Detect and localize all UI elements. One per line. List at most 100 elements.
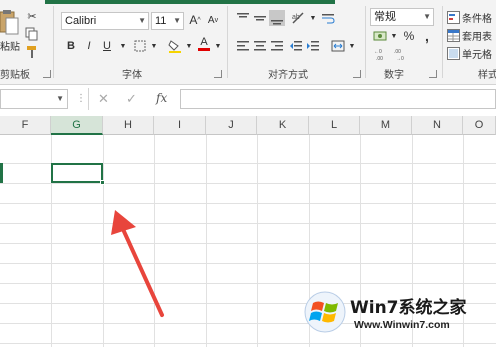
column-header-k[interactable]: K [257,116,309,135]
underline-label: U [103,40,111,52]
insert-function-button[interactable]: fx [156,91,167,105]
gridline [0,223,496,224]
currency-icon [373,31,387,41]
chevron-down-icon: ▼ [150,42,158,50]
gridline [103,135,104,347]
chevron-down-icon: ▼ [348,42,356,50]
format-painter-button[interactable] [24,44,40,60]
gridline [0,203,496,204]
middle-align-button[interactable] [252,10,268,26]
font-size-value: 11 [155,15,167,27]
text-orientation-icon: ab [292,12,304,24]
cell-styles-label: 单元格 [462,50,492,61]
formula-input[interactable] [180,89,496,109]
font-color-swatch [198,48,210,51]
cancel-icon[interactable]: ✕ [98,91,109,107]
separator [442,6,443,78]
italic-label: I [87,40,91,52]
align-center-button[interactable] [252,38,268,54]
copy-button[interactable] [24,26,40,42]
merge-dropdown[interactable]: ▼ [344,38,360,54]
decrease-indent-button[interactable] [288,38,304,54]
font-color-dropdown[interactable]: ▼ [210,38,226,54]
chevron-down-icon: ▼ [119,42,127,50]
align-right-button[interactable] [269,38,285,54]
align-bottom-icon [271,20,283,25]
border-dropdown[interactable]: ▼ [146,38,162,54]
font-name-value: Calibri [65,15,97,27]
increase-decimal-button[interactable]: ←0.00 [374,46,390,62]
selection-edge [0,163,3,183]
underline-button[interactable]: U [99,38,115,54]
cell-styles-button[interactable]: 单元格 [447,46,492,61]
number-launcher-icon[interactable] [429,70,437,78]
windows-logo-icon [304,291,346,333]
number-format-value: 常规 [374,11,396,23]
align-left-icon [237,41,249,51]
paste-button[interactable] [0,8,22,38]
column-label: K [278,119,287,131]
column-header-o[interactable]: O [463,116,496,135]
currency-dropdown[interactable]: ▼ [386,28,402,44]
alignment-launcher-icon[interactable] [353,70,361,78]
font-name-dropdown[interactable]: Calibri ▼ [61,12,149,30]
chevron-down-icon: ▼ [423,12,431,21]
name-box[interactable]: ▼ [0,89,68,109]
column-header-j[interactable]: J [206,116,257,135]
font-size-dropdown[interactable]: 11 ▼ [151,12,184,30]
bold-button[interactable]: B [63,38,79,54]
column-header-h[interactable]: H [103,116,154,135]
fill-color-dropdown[interactable]: ▼ [181,38,197,54]
orientation-dropdown[interactable]: ▼ [305,10,321,26]
increase-indent-button[interactable] [305,38,321,54]
font-color-label: A [200,36,208,48]
svg-text:ab: ab [292,14,300,21]
decrease-decimal-button[interactable]: .00 →0 [394,46,410,62]
enter-icon[interactable]: ✓ [126,91,137,107]
align-right-icon [271,41,283,51]
clipboard-group-label: 剪贴板 [0,70,30,81]
ribbon-accent-bar [45,0,335,4]
column-header-i[interactable]: I [154,116,206,135]
align-left-button[interactable] [235,38,251,54]
grow-font-button[interactable]: A ^ [187,12,203,28]
number-group-label: 数字 [384,70,404,81]
percent-button[interactable]: % [401,28,417,44]
paint-bucket-icon [168,40,181,53]
column-header-m[interactable]: M [360,116,412,135]
format-as-table-label: 套用表 [462,32,492,43]
separator [88,88,89,110]
chevron-down-icon: ▼ [138,16,146,25]
svg-text:.00: .00 [376,56,383,61]
chevron-down-icon: ▼ [309,14,317,22]
table-icon [447,29,460,42]
column-header-n[interactable]: N [412,116,463,135]
orientation-button[interactable]: ab [290,10,306,26]
cut-button[interactable]: ✂ [24,8,40,24]
svg-text:.00: .00 [394,49,401,55]
column-header-g[interactable]: G [51,116,103,135]
column-header-f[interactable]: F [0,116,51,135]
column-header-l[interactable]: L [309,116,360,135]
italic-button[interactable]: I [81,38,97,54]
number-format-dropdown[interactable]: 常规 ▼ [370,8,434,26]
top-align-button[interactable] [235,10,251,26]
format-as-table-button[interactable]: 套用表 [447,28,492,43]
underline-dropdown[interactable]: ▼ [115,38,131,54]
wrap-text-button[interactable] [320,10,336,26]
fill-handle[interactable] [100,180,105,185]
comma-button[interactable]: , [419,28,435,44]
resize-handle-icon[interactable]: ⋮ [76,93,86,104]
gridline [0,263,496,264]
font-launcher-icon[interactable] [214,70,222,78]
clipboard-launcher-icon[interactable] [43,70,51,78]
gridline [257,135,258,347]
bottom-align-button[interactable] [269,10,285,26]
conditional-format-button[interactable]: 条件格 [447,10,492,25]
watermark-brand: Win7系统之家 [350,298,467,318]
font-group-label: 字体 [122,70,142,81]
comma-label: , [425,28,429,44]
shrink-font-button[interactable]: Av [205,12,221,28]
selected-cell-g2[interactable] [51,163,103,183]
separator [53,6,54,78]
